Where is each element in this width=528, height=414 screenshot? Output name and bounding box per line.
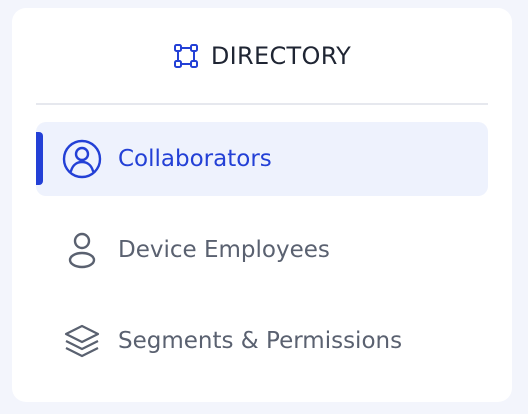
nav-item-device-employees[interactable]: Device Employees [36, 213, 488, 287]
panel-header: DIRECTORY [12, 8, 512, 104]
nav-item-collaborators[interactable]: Collaborators [36, 122, 488, 196]
directory-nav: Collaborators Device Employees Segments … [36, 122, 488, 395]
nav-item-label: Segments & Permissions [118, 328, 403, 354]
header-divider [36, 103, 488, 105]
nav-item-label: Device Employees [118, 237, 330, 263]
nav-item-label: Collaborators [118, 146, 272, 172]
directory-nodes-icon [173, 43, 199, 69]
active-indicator [36, 132, 43, 185]
directory-panel: DIRECTORY Collaborators Device Employees… [12, 8, 512, 402]
user-icon [60, 228, 104, 272]
user-circle-icon [60, 137, 104, 181]
panel-title: DIRECTORY [210, 42, 352, 70]
nav-item-segments-permissions[interactable]: Segments & Permissions [36, 304, 488, 378]
layers-icon [60, 319, 104, 363]
